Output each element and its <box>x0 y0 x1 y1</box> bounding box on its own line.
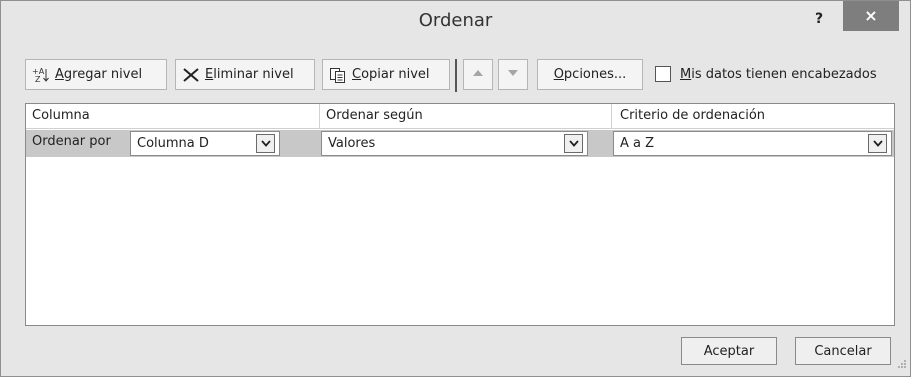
sort-on-select[interactable]: Valores <box>321 131 588 156</box>
resize-grip-icon[interactable] <box>897 358 907 373</box>
chevron-down-icon[interactable] <box>564 134 583 153</box>
toolbar: +A Z Agregar nivel Eliminar nivel Copiar… <box>1 59 910 93</box>
cancel-button[interactable]: Cancelar <box>795 337 891 365</box>
copy-level-label: Copiar nivel <box>352 67 430 82</box>
move-up-button[interactable] <box>463 59 493 90</box>
triangle-down-icon <box>507 67 519 82</box>
header-divider <box>319 104 320 128</box>
move-down-button[interactable] <box>498 59 528 90</box>
triangle-up-icon <box>472 67 484 82</box>
sort-on-select-value: Valores <box>328 136 376 151</box>
copy-icon <box>329 67 347 83</box>
column-select-value: Columna D <box>137 136 209 151</box>
row-label: Ordenar por <box>32 134 111 149</box>
headers-checkbox-label: Mis datos tienen encabezados <box>680 66 877 82</box>
sort-dialog: Ordenar ? × +A Z Agregar nivel Eliminar … <box>0 0 911 377</box>
chevron-down-icon[interactable] <box>256 134 275 153</box>
column-header-columna: Columna <box>32 108 90 123</box>
order-select[interactable]: A a Z <box>613 131 892 156</box>
copy-level-button[interactable]: Copiar nivel <box>322 59 450 90</box>
add-level-label: Agregar nivel <box>55 67 143 82</box>
svg-text:Z: Z <box>35 75 41 83</box>
close-button[interactable]: × <box>843 1 899 31</box>
chevron-down-icon[interactable] <box>868 134 887 153</box>
column-select[interactable]: Columna D <box>130 131 280 156</box>
sort-az-icon: +A Z <box>32 67 50 83</box>
ok-button[interactable]: Aceptar <box>681 337 777 365</box>
headers-option[interactable]: Mis datos tienen encabezados <box>655 66 877 82</box>
sort-level-row[interactable]: Ordenar por Columna D Valores A a Z <box>26 130 894 157</box>
options-label: Opciones... <box>553 67 627 82</box>
sort-levels-grid: Columna Ordenar según Criterio de ordena… <box>25 103 895 326</box>
options-button[interactable]: Opciones... <box>537 59 643 90</box>
column-header-criterio: Criterio de ordenación <box>620 108 766 123</box>
header-divider <box>611 104 612 128</box>
dialog-title: Ordenar <box>418 10 493 31</box>
headers-checkbox[interactable] <box>655 66 671 82</box>
delete-x-icon <box>182 67 200 83</box>
add-level-button[interactable]: +A Z Agregar nivel <box>25 59 167 90</box>
delete-level-label: Eliminar nivel <box>205 67 294 82</box>
delete-level-button[interactable]: Eliminar nivel <box>175 59 315 90</box>
column-header-ordenar-segun: Ordenar según <box>326 108 423 123</box>
toolbar-separator <box>455 59 457 92</box>
title-bar: Ordenar ? × <box>1 1 910 45</box>
order-select-value: A a Z <box>620 136 655 151</box>
help-button[interactable]: ? <box>809 7 829 31</box>
header-separator <box>26 128 894 129</box>
